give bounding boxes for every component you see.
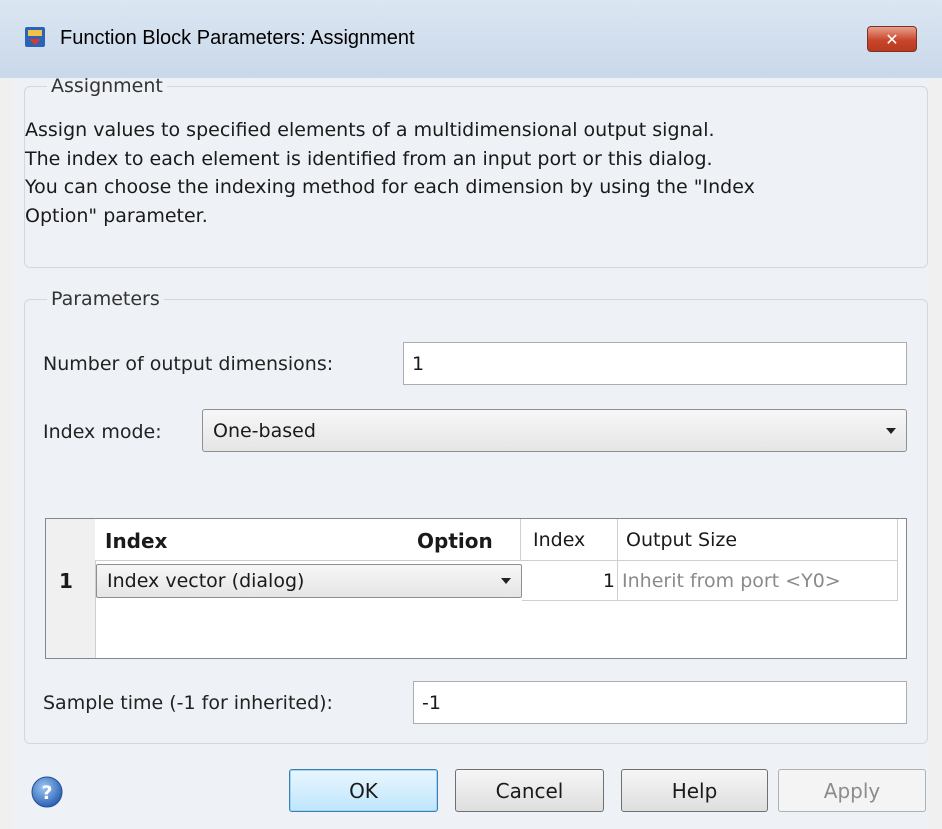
- cancel-button[interactable]: Cancel: [455, 769, 604, 812]
- ok-label: OK: [349, 778, 378, 803]
- close-button[interactable]: ✕: [867, 26, 917, 52]
- svg-text:?: ?: [41, 782, 52, 804]
- chevron-down-icon: [886, 427, 896, 434]
- description-line: The index to each element is identified …: [25, 147, 713, 170]
- row-number: 1: [59, 569, 73, 593]
- header-output-size: Output Size: [618, 519, 898, 561]
- cancel-label: Cancel: [495, 778, 564, 803]
- header-index-value: Index: [521, 519, 618, 561]
- description-line: You can choose the indexing method for e…: [25, 176, 755, 198]
- index-cell[interactable]: 1: [522, 561, 618, 601]
- apply-button[interactable]: Apply: [778, 769, 926, 812]
- sample-time-field[interactable]: -1: [413, 681, 907, 724]
- sample-time-label: Sample time (-1 for inherited):: [43, 692, 333, 714]
- index-option-dropdown[interactable]: Index vector (dialog): [96, 564, 522, 598]
- dialog-window: Function Block Parameters: Assignment ✕ …: [0, 0, 942, 829]
- help-button[interactable]: Help: [621, 769, 768, 812]
- output-size-value: Inherit from port <Y0>: [622, 570, 841, 592]
- description-line: Option" parameter.: [25, 204, 208, 227]
- num-dims-label: Number of output dimensions:: [43, 353, 334, 375]
- chevron-down-icon: [501, 578, 511, 584]
- num-dims-field[interactable]: 1: [403, 342, 907, 385]
- num-dims-value: 1: [412, 352, 425, 375]
- description-line: Assign values to specified elements of a…: [25, 119, 715, 141]
- table-row: 1 Index vector (dialog) 1 Inherit from p…: [46, 561, 898, 601]
- question-icon[interactable]: ?: [31, 776, 63, 808]
- index-value: 1: [602, 570, 615, 592]
- close-icon: ✕: [885, 29, 899, 49]
- title-bar[interactable]: Function Block Parameters: Assignment ✕: [0, 0, 942, 78]
- header-index-option: Index Option: [95, 519, 521, 561]
- assignment-description: Assign values to specified elements of a…: [25, 116, 915, 230]
- simulink-block-icon: [25, 27, 45, 47]
- header-index: Index: [105, 529, 168, 553]
- header-output: Output Size: [626, 529, 738, 551]
- index-table: Index Option Index Output Size 1 Index v…: [45, 518, 907, 659]
- index-mode-label: Index mode:: [43, 421, 162, 443]
- header-index2: Index: [533, 529, 586, 551]
- index-mode-dropdown[interactable]: One-based: [202, 409, 907, 452]
- help-label: Help: [671, 778, 718, 803]
- header-option: Option: [417, 529, 493, 553]
- output-size-cell[interactable]: Inherit from port <Y0>: [618, 561, 898, 601]
- index-option-value: Index vector (dialog): [107, 570, 305, 592]
- ok-button[interactable]: OK: [289, 769, 438, 812]
- assignment-legend: Assignment: [51, 75, 163, 97]
- apply-label: Apply: [823, 778, 881, 803]
- parameters-legend: Parameters: [51, 288, 160, 310]
- index-mode-value: One-based: [213, 419, 316, 442]
- window-title: Function Block Parameters: Assignment: [60, 27, 415, 49]
- sample-time-value: -1: [422, 691, 441, 714]
